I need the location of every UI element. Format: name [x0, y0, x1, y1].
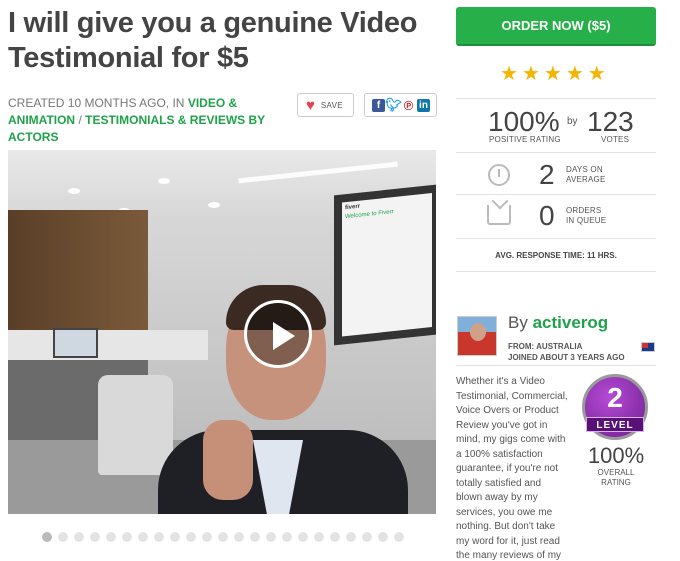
wood-wall: [8, 210, 148, 330]
star-icon: ★: [543, 63, 562, 85]
gallery-dot[interactable]: [346, 532, 356, 542]
level-badge-icon: 2 LEVEL: [582, 374, 648, 440]
divider: [456, 271, 656, 272]
positive-rating-value: 100%: [488, 106, 560, 137]
seller-username-link[interactable]: activerog: [533, 313, 609, 332]
gallery-dot[interactable]: [250, 532, 260, 542]
gallery-dot[interactable]: [234, 532, 244, 542]
overall-rating-value: 100%: [587, 443, 645, 468]
ceiling-spot: [158, 178, 170, 184]
created-text: CREATED 10 MONTHS AGO, IN: [8, 96, 185, 110]
gallery-dot[interactable]: [362, 532, 372, 542]
save-button[interactable]: ♥ SAVE: [297, 93, 354, 117]
gallery-dot[interactable]: [218, 532, 228, 542]
twitter-icon[interactable]: 🐦︎: [385, 97, 402, 112]
ceiling-spot: [68, 188, 80, 194]
orders-queue-label-1: ORDERS: [566, 206, 602, 215]
by-text: by: [567, 116, 578, 127]
desk-monitor: [53, 328, 98, 358]
office-chair: [98, 375, 173, 475]
divider: [456, 194, 656, 195]
level-label: LEVEL: [586, 417, 644, 432]
gallery-dot[interactable]: [154, 532, 164, 542]
gallery-dot[interactable]: [90, 532, 100, 542]
gig-meta: CREATED 10 MONTHS AGO, IN VIDEO & ANIMAT…: [8, 95, 278, 146]
ceiling-spot: [208, 202, 220, 208]
by-prefix: By: [508, 313, 528, 332]
votes-value: 123: [587, 106, 634, 137]
gallery-dot[interactable]: [378, 532, 388, 542]
pinterest-icon[interactable]: ℗: [402, 98, 415, 113]
seller-joined: JOINED ABOUT 3 YEARS AGO: [508, 353, 625, 362]
avg-response-time: AVG. RESPONSE TIME: 11 HRS.: [495, 251, 617, 260]
gig-title: I will give you a genuine Video Testimon…: [8, 7, 418, 74]
seller-byline: By activerog: [508, 313, 608, 333]
gig-page: I will give you a genuine Video Testimon…: [0, 0, 680, 561]
delivery-days-value: 2: [539, 159, 555, 190]
gallery-dot[interactable]: [298, 532, 308, 542]
gallery-dot[interactable]: [282, 532, 292, 542]
star-icon: ★: [521, 63, 540, 85]
gallery-dot[interactable]: [42, 532, 52, 542]
star-icon: ★: [565, 63, 584, 85]
gallery-dot[interactable]: [202, 532, 212, 542]
divider: [456, 238, 656, 239]
gallery-dot[interactable]: [186, 532, 196, 542]
office-desk: [8, 330, 208, 360]
rating-stars: ★ ★ ★ ★ ★: [500, 64, 606, 84]
orders-queue-value: 0: [539, 200, 555, 231]
video-player[interactable]: fiverr Welcome to Fiverr: [8, 150, 436, 514]
divider: [456, 152, 656, 153]
wall-screen: fiverr Welcome to Fiverr: [334, 184, 436, 346]
seller-country: FROM: AUSTRALIA: [508, 342, 583, 351]
overall-rating-label-1: OVERALL: [597, 468, 635, 477]
divider: [456, 98, 656, 99]
thumbs-up-hand: [203, 420, 253, 500]
seller-avatar[interactable]: [457, 316, 497, 356]
gallery-dot[interactable]: [138, 532, 148, 542]
star-icon: ★: [500, 63, 518, 85]
play-icon[interactable]: [244, 300, 312, 368]
overall-rating: 100% OVERALL RATING: [576, 444, 656, 488]
facebook-icon[interactable]: f: [372, 98, 385, 112]
delivery-days-label-2: AVERAGE: [566, 175, 606, 184]
gallery-dot[interactable]: [74, 532, 84, 542]
breadcrumb-separator: /: [78, 113, 82, 127]
seller-from: FROM: AUSTRALIA JOINED ABOUT 3 YEARS AGO: [508, 341, 625, 363]
order-now-button[interactable]: ORDER NOW ($5): [456, 7, 656, 46]
gallery-dot[interactable]: [266, 532, 276, 542]
overall-rating-label-2: RATING: [601, 478, 631, 487]
inbox-tray-icon: [487, 205, 511, 225]
gallery-dots: [42, 532, 404, 542]
linkedin-icon[interactable]: in: [417, 98, 430, 112]
gallery-dot[interactable]: [122, 532, 132, 542]
gallery-dot[interactable]: [58, 532, 68, 542]
gallery-dot[interactable]: [106, 532, 116, 542]
clock-history-icon: [488, 164, 510, 186]
seller-bio: Whether it's a Video Testimonial, Commer…: [456, 376, 568, 561]
heart-icon: ♥: [306, 96, 315, 114]
positive-rating-label: POSITIVE RATING: [489, 135, 561, 144]
gallery-dot[interactable]: [170, 532, 180, 542]
gallery-dot[interactable]: [330, 532, 340, 542]
gallery-dot[interactable]: [394, 532, 404, 542]
level-number: 2: [607, 382, 623, 413]
votes-label: VOTES: [601, 135, 630, 144]
delivery-days-label-1: DAYS ON: [566, 165, 603, 174]
save-label: SAVE: [320, 100, 343, 110]
star-icon: ★: [587, 63, 606, 85]
divider: [456, 365, 656, 366]
gallery-dot[interactable]: [314, 532, 324, 542]
australia-flag-icon: [641, 342, 655, 352]
share-buttons: f 🐦︎ ℗ in: [364, 93, 437, 117]
orders-queue-label-2: IN QUEUE: [566, 216, 607, 225]
